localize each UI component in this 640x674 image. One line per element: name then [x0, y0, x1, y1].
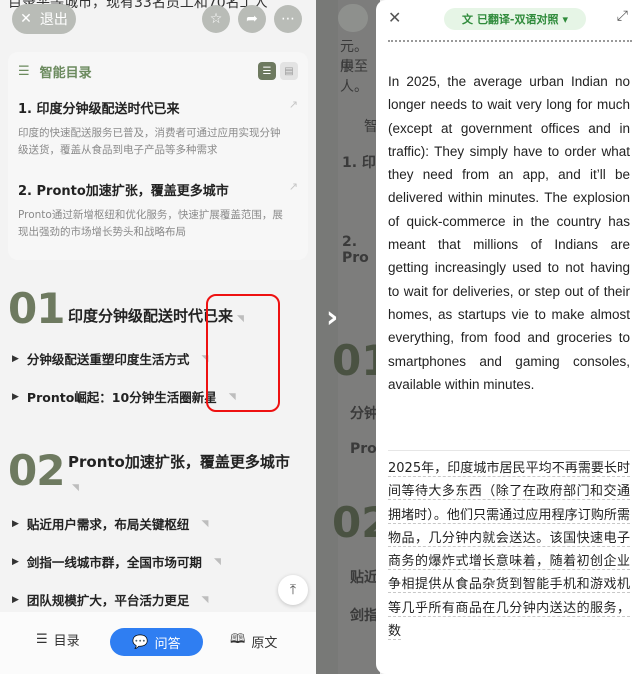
- qa-button[interactable]: 💬 问答: [110, 628, 203, 656]
- background-close-button: [338, 4, 368, 32]
- app-screen: 目录平等城市，现有33名员工和70名工人 ✕ 退出 ☆ ➦ ⋯ ☰ 智能目录 ☰…: [0, 0, 640, 674]
- list-icon: ☰: [36, 632, 48, 647]
- smart-toc-card: ☰ 智能目录 ☰ ▤ 1. 印度分钟级配送时代已来 印度的快速配送服务已普及，消…: [8, 52, 308, 260]
- expand-triangle-icon: ▶: [12, 518, 19, 529]
- subsection-item[interactable]: ▶ 分钟级配送重塑印度生活方式 ◥: [12, 349, 208, 368]
- bg-text: 人。: [340, 79, 368, 95]
- toc-item-title: 1. 印度分钟级配送时代已来: [18, 102, 180, 117]
- card-view-icon[interactable]: ▤: [280, 62, 298, 80]
- subsection-item[interactable]: ▶ Pronto崛起：10分钟生活圈新星 ◥: [12, 387, 236, 406]
- bg-text: 1. 印: [342, 155, 376, 171]
- original-text-tab[interactable]: 🕮 原文: [230, 630, 277, 652]
- expand-triangle-icon: ▶: [12, 353, 19, 364]
- expand-triangle-icon: ▶: [12, 594, 19, 605]
- toc-item-desc: Pronto通过新增枢纽和优化服务，快速扩展覆盖范围，展现出强劲的市场增长势头和…: [18, 209, 283, 238]
- section-number: 02: [8, 446, 65, 495]
- bg-text: 展至: [340, 59, 368, 75]
- translation-mode-label: 已翻译-双语对照: [476, 13, 559, 26]
- close-icon: ✕: [388, 8, 402, 27]
- clipped-previous-text: [388, 38, 632, 46]
- bg-text: Pro: [350, 441, 377, 457]
- favorite-button[interactable]: ☆: [202, 5, 230, 33]
- toc-item[interactable]: 1. 印度分钟级配送时代已来 印度的快速配送服务已普及，消费者可通过应用实现分钟…: [18, 98, 300, 159]
- chevron-down-icon: ▾: [562, 12, 569, 26]
- share-button[interactable]: ➦: [238, 5, 266, 33]
- subsection-label: Pronto崛起：10分钟生活圈新星: [26, 390, 217, 405]
- flag-icon: ◥: [213, 556, 221, 567]
- bg-text: 2. Pro: [342, 234, 369, 266]
- exit-button[interactable]: ✕ 退出: [12, 4, 76, 34]
- bg-text: 01: [332, 336, 380, 385]
- arrow-up-icon: ⤒: [289, 582, 297, 598]
- subsection-label: 贴近用户需求，布局关键枢纽: [26, 517, 190, 532]
- translation-mode-selector[interactable]: 文 已翻译-双语对照 ▾: [444, 8, 586, 30]
- translate-icon: 文: [461, 13, 473, 26]
- toc-list-icon: ☰: [18, 64, 30, 79]
- book-icon: 🕮: [230, 632, 246, 647]
- bg-text: 贴近: [350, 570, 378, 586]
- toc-item-desc: 印度的快速配送服务已普及，消费者可通过应用实现分钟级送货，覆盖从食品到电子产品等…: [18, 127, 281, 156]
- expand-button[interactable]: ⤢: [617, 8, 628, 24]
- section-number: 01: [8, 284, 65, 333]
- subsection-label: 剑指一线城市群，全国市场可期: [26, 555, 202, 570]
- qa-label: 问答: [154, 636, 181, 652]
- toc-title: 智能目录: [39, 66, 92, 81]
- subsection-item[interactable]: ▶ 贴近用户需求，布局关键枢纽 ◥: [12, 514, 208, 533]
- toc-item-title: 2. Pronto加速扩张，覆盖更多城市: [18, 184, 229, 199]
- chat-icon: 💬: [132, 634, 149, 650]
- expand-icon: ⤢: [616, 8, 628, 24]
- flag-icon: ◥: [72, 483, 79, 493]
- bg-text: 剑指: [350, 608, 378, 624]
- more-icon: ⋯: [281, 11, 295, 27]
- bottom-bar: ☰ 目录 💬 问答 🕮 原文: [0, 612, 316, 674]
- toc-tab[interactable]: ☰ 目录: [36, 630, 80, 649]
- exit-label: 退出: [39, 12, 68, 28]
- paragraph-divider: [388, 450, 630, 451]
- chinese-paragraph: 2025年，印度城市居民平均不再需要长时间等待大多东西（除了在政府部门和交通拥堵…: [388, 457, 630, 643]
- star-icon: ☆: [209, 11, 223, 27]
- toc-item[interactable]: 2. Pronto加速扩张，覆盖更多城市 Pronto通过新增枢纽和优化服务，快…: [18, 180, 300, 241]
- bg-text: 分钟: [350, 406, 378, 422]
- highlight-annotation-box: [206, 294, 280, 412]
- background-page-overlay: 元。中 展至 人。 智 1. 印 2. Pro 01 分钟 Pro 02 贴近 …: [316, 0, 380, 674]
- section-title-text: Pronto加速扩张，覆盖更多城市: [68, 453, 290, 471]
- bg-text: 02: [332, 498, 380, 547]
- expand-triangle-icon: ▶: [12, 556, 19, 567]
- jump-arrow-icon: ↗: [288, 98, 298, 111]
- more-button[interactable]: ⋯: [274, 5, 302, 33]
- toc-tab-label: 目录: [53, 634, 80, 649]
- close-panel-button[interactable]: ✕: [388, 8, 401, 27]
- section-title[interactable]: Pronto加速扩张，覆盖更多城市 ◥: [68, 451, 296, 500]
- translation-panel: ✕ 文 已翻译-双语对照 ▾ ⤢ In 2025, the average ur…: [376, 0, 640, 674]
- subsection-label: 团队规模扩大，平台活力更足: [26, 593, 190, 608]
- list-view-icon[interactable]: ☰: [258, 62, 276, 80]
- original-tab-label: 原文: [251, 635, 278, 651]
- share-icon: ➦: [246, 11, 258, 27]
- subsection-item[interactable]: ▶ 剑指一线城市群，全国市场可期 ◥: [12, 552, 221, 571]
- english-paragraph: In 2025, the average urban Indian no lon…: [388, 74, 630, 392]
- summary-panel: 目录平等城市，现有33名员工和70名工人 ✕ 退出 ☆ ➦ ⋯ ☰ 智能目录 ☰…: [0, 0, 316, 674]
- toc-view-toggle: ☰ ▤: [258, 62, 298, 80]
- chevron-right-icon[interactable]: ›: [326, 300, 338, 335]
- subsection-item[interactable]: ▶ 团队规模扩大，平台活力更足 ◥: [12, 590, 208, 609]
- flag-icon: ◥: [201, 594, 209, 605]
- toc-header: ☰ 智能目录: [18, 62, 92, 81]
- jump-arrow-icon: ↗: [288, 180, 298, 193]
- close-icon: ✕: [20, 11, 32, 27]
- subsection-label: 分钟级配送重塑印度生活方式: [26, 352, 190, 367]
- scroll-to-top-button[interactable]: ⤒: [278, 575, 308, 605]
- expand-triangle-icon: ▶: [12, 391, 19, 402]
- flag-icon: ◥: [201, 518, 209, 529]
- chinese-translation-text: 2025年，印度城市居民平均不再需要长时间等待大多东西（除了在政府部门和交通拥堵…: [388, 461, 630, 641]
